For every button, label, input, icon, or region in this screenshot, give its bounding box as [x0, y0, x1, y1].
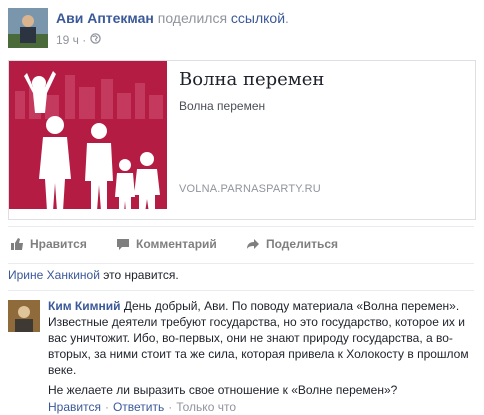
- share-arrow-icon: [247, 239, 259, 249]
- link-title[interactable]: Волна перемен: [179, 69, 324, 90]
- link-preview-image[interactable]: [9, 61, 167, 219]
- likes-summary: Ирине Ханкиной это нравится.: [8, 268, 179, 282]
- post-action-text: поделился: [157, 10, 228, 26]
- liker-name[interactable]: Ирине Ханкиной: [8, 268, 100, 282]
- like-button[interactable]: Нравится: [10, 237, 87, 251]
- comment-button[interactable]: Комментарий: [116, 237, 217, 251]
- like-label: Нравится: [30, 237, 87, 251]
- comment-separator: ·: [168, 400, 173, 414]
- comment-actions: Нравится · Ответить · Только что: [48, 400, 236, 414]
- post-object-suffix: .: [285, 10, 289, 26]
- link-preview-card[interactable]: Волна перемен Волна перемен VOLNA.PARNAS…: [8, 60, 476, 220]
- post-author-name[interactable]: Ави Аптекман: [56, 10, 154, 26]
- globe-icon[interactable]: [89, 33, 101, 47]
- share-label: Поделиться: [266, 237, 339, 251]
- link-description: Волна перемен: [179, 99, 266, 113]
- divider: [8, 290, 474, 291]
- comment-timestamp[interactable]: Только что: [176, 400, 236, 414]
- post-object-link[interactable]: ссылкой: [231, 10, 285, 26]
- likes-suffix: это нравится.: [99, 268, 179, 282]
- comment-reply-link[interactable]: Ответить: [113, 400, 164, 414]
- post-actions-bar: Нравится Комментарий Поделиться: [8, 226, 474, 264]
- comment-body: Ким Кимний День добрый, Ави. По поводу м…: [48, 298, 472, 398]
- post-author-line: Ави Аптекман поделился ссылкой.: [56, 10, 289, 26]
- author-avatar[interactable]: [8, 8, 48, 48]
- comment-author-name[interactable]: Ким Кимний: [48, 299, 121, 313]
- comment-like-link[interactable]: Нравится: [48, 400, 101, 414]
- commenter-avatar[interactable]: [8, 300, 40, 332]
- comment-label: Комментарий: [136, 237, 217, 251]
- link-domain: VOLNA.PARNASPARTY.RU: [179, 183, 321, 195]
- comment-question: Не желаете ли выразить свое отношение к …: [48, 383, 398, 397]
- post-header: Ави Аптекман поделился ссылкой. 19 ч ·: [0, 0, 484, 52]
- thumbs-up-icon: [11, 238, 23, 250]
- post-meta: 19 ч ·: [56, 32, 101, 47]
- comment-separator: ·: [104, 400, 109, 414]
- comment-icon: [117, 239, 129, 250]
- post-time-separator: ·: [82, 32, 87, 47]
- post-timestamp[interactable]: 19 ч: [56, 33, 79, 47]
- share-button[interactable]: Поделиться: [246, 237, 338, 251]
